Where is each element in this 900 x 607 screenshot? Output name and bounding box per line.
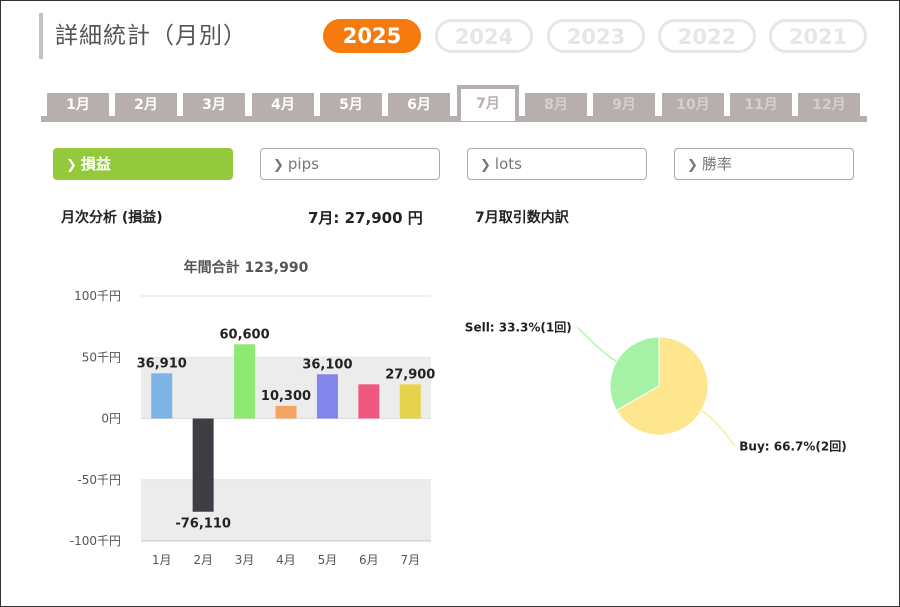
year-tab-2021[interactable]: 2021 (769, 19, 867, 53)
bar (192, 418, 214, 512)
x-tick-label: 3月 (235, 553, 255, 567)
monthly-profit-bar-chart: 100千円 50千円 0円 -50千円 -100千円 1月 36,910 2月 -76,110 3… (70, 289, 436, 567)
chevron-right-icon: ❯ (480, 158, 491, 173)
x-tick-label: 4月 (276, 553, 296, 567)
chevron-right-icon: ❯ (273, 158, 284, 173)
y-tick-label: -50千円 (77, 473, 121, 487)
month-tab-2[interactable]: 2月 (115, 93, 177, 117)
x-tick-label: 5月 (318, 553, 338, 567)
data-label: -76,110 (175, 517, 231, 532)
metric-label: 損益 (80, 155, 111, 173)
metric-label: pips (287, 155, 319, 173)
x-tick-label: 6月 (359, 553, 379, 567)
bar (316, 374, 338, 419)
frame: 詳細統計（月別） 2025 2024 2023 2022 2021 1月 2月 … (0, 0, 900, 607)
chevron-right-icon: ❯ (66, 158, 77, 173)
data-label: 60,600 (219, 327, 269, 342)
bar (275, 405, 297, 419)
x-tick-label: 1月 (152, 553, 172, 567)
pie-label: Buy: 66.7%(2回) (739, 440, 846, 454)
data-label: 27,900 (385, 367, 435, 382)
y-tick-label: -100千円 (70, 534, 121, 548)
chevron-right-icon: ❯ (687, 158, 698, 173)
year-tab-2025[interactable]: 2025 (323, 19, 421, 53)
selected-month-value: 7月: 27,900 円 (308, 209, 423, 227)
month-tab-6[interactable]: 6月 (388, 93, 450, 117)
bar (358, 384, 380, 419)
metric-label: 勝率 (701, 155, 732, 173)
metric-pips-button[interactable]: ❯ pips (260, 148, 440, 180)
year-tab-2022[interactable]: 2022 (658, 19, 756, 53)
x-tick-label: 2月 (193, 553, 213, 567)
data-label: 36,100 (302, 357, 352, 372)
y-tick-label: 50千円 (82, 350, 121, 364)
pie-label: Sell: 33.3%(1回) (465, 320, 572, 334)
metric-profit-button[interactable]: ❯ 損益 (53, 148, 233, 180)
y-tick-label: 100千円 (74, 289, 121, 303)
grid-band (141, 479, 431, 541)
page-header: 詳細統計（月別） (39, 13, 247, 59)
page-title: 詳細統計（月別） (55, 23, 247, 49)
metric-winrate-button[interactable]: ❯ 勝率 (674, 148, 854, 180)
trade-breakdown-title: 7月取引数内訳 (475, 210, 569, 226)
month-tabs: 1月 2月 3月 4月 5月 6月 7月 8月 9月 10月 11月 12月 (41, 83, 867, 123)
year-tab-2024[interactable]: 2024 (435, 19, 533, 53)
year-tab-2023[interactable]: 2023 (547, 19, 645, 53)
month-tab-12[interactable]: 12月 (798, 93, 860, 117)
bar (151, 373, 173, 419)
annual-total: 年間合計 123,990 (183, 260, 309, 276)
monthly-analysis-title: 月次分析 (損益) (61, 210, 163, 226)
month-tab-5[interactable]: 5月 (320, 93, 382, 117)
pie-leader-line (701, 410, 736, 447)
month-tab-7[interactable]: 7月 (457, 85, 519, 121)
pie-leader-line (577, 327, 617, 362)
y-tick-label: 0円 (101, 412, 121, 426)
month-tab-8[interactable]: 8月 (525, 93, 587, 117)
data-label: 10,300 (261, 389, 311, 404)
metric-lots-button[interactable]: ❯ lots (467, 148, 647, 180)
month-tab-10[interactable]: 10月 (662, 93, 724, 117)
month-tab-4[interactable]: 4月 (252, 93, 314, 117)
data-label: 36,910 (137, 356, 187, 371)
bar (399, 384, 421, 419)
month-tab-3[interactable]: 3月 (183, 93, 245, 117)
month-tab-9[interactable]: 9月 (593, 93, 655, 117)
bar (234, 344, 256, 419)
trade-breakdown-pie-chart: Sell: 33.3%(1回) Buy: 66.7%(2回) (465, 320, 847, 454)
metric-label: lots (494, 155, 522, 173)
month-tab-11[interactable]: 11月 (730, 93, 792, 117)
x-tick-label: 7月 (400, 553, 420, 567)
month-tab-1[interactable]: 1月 (47, 93, 109, 117)
